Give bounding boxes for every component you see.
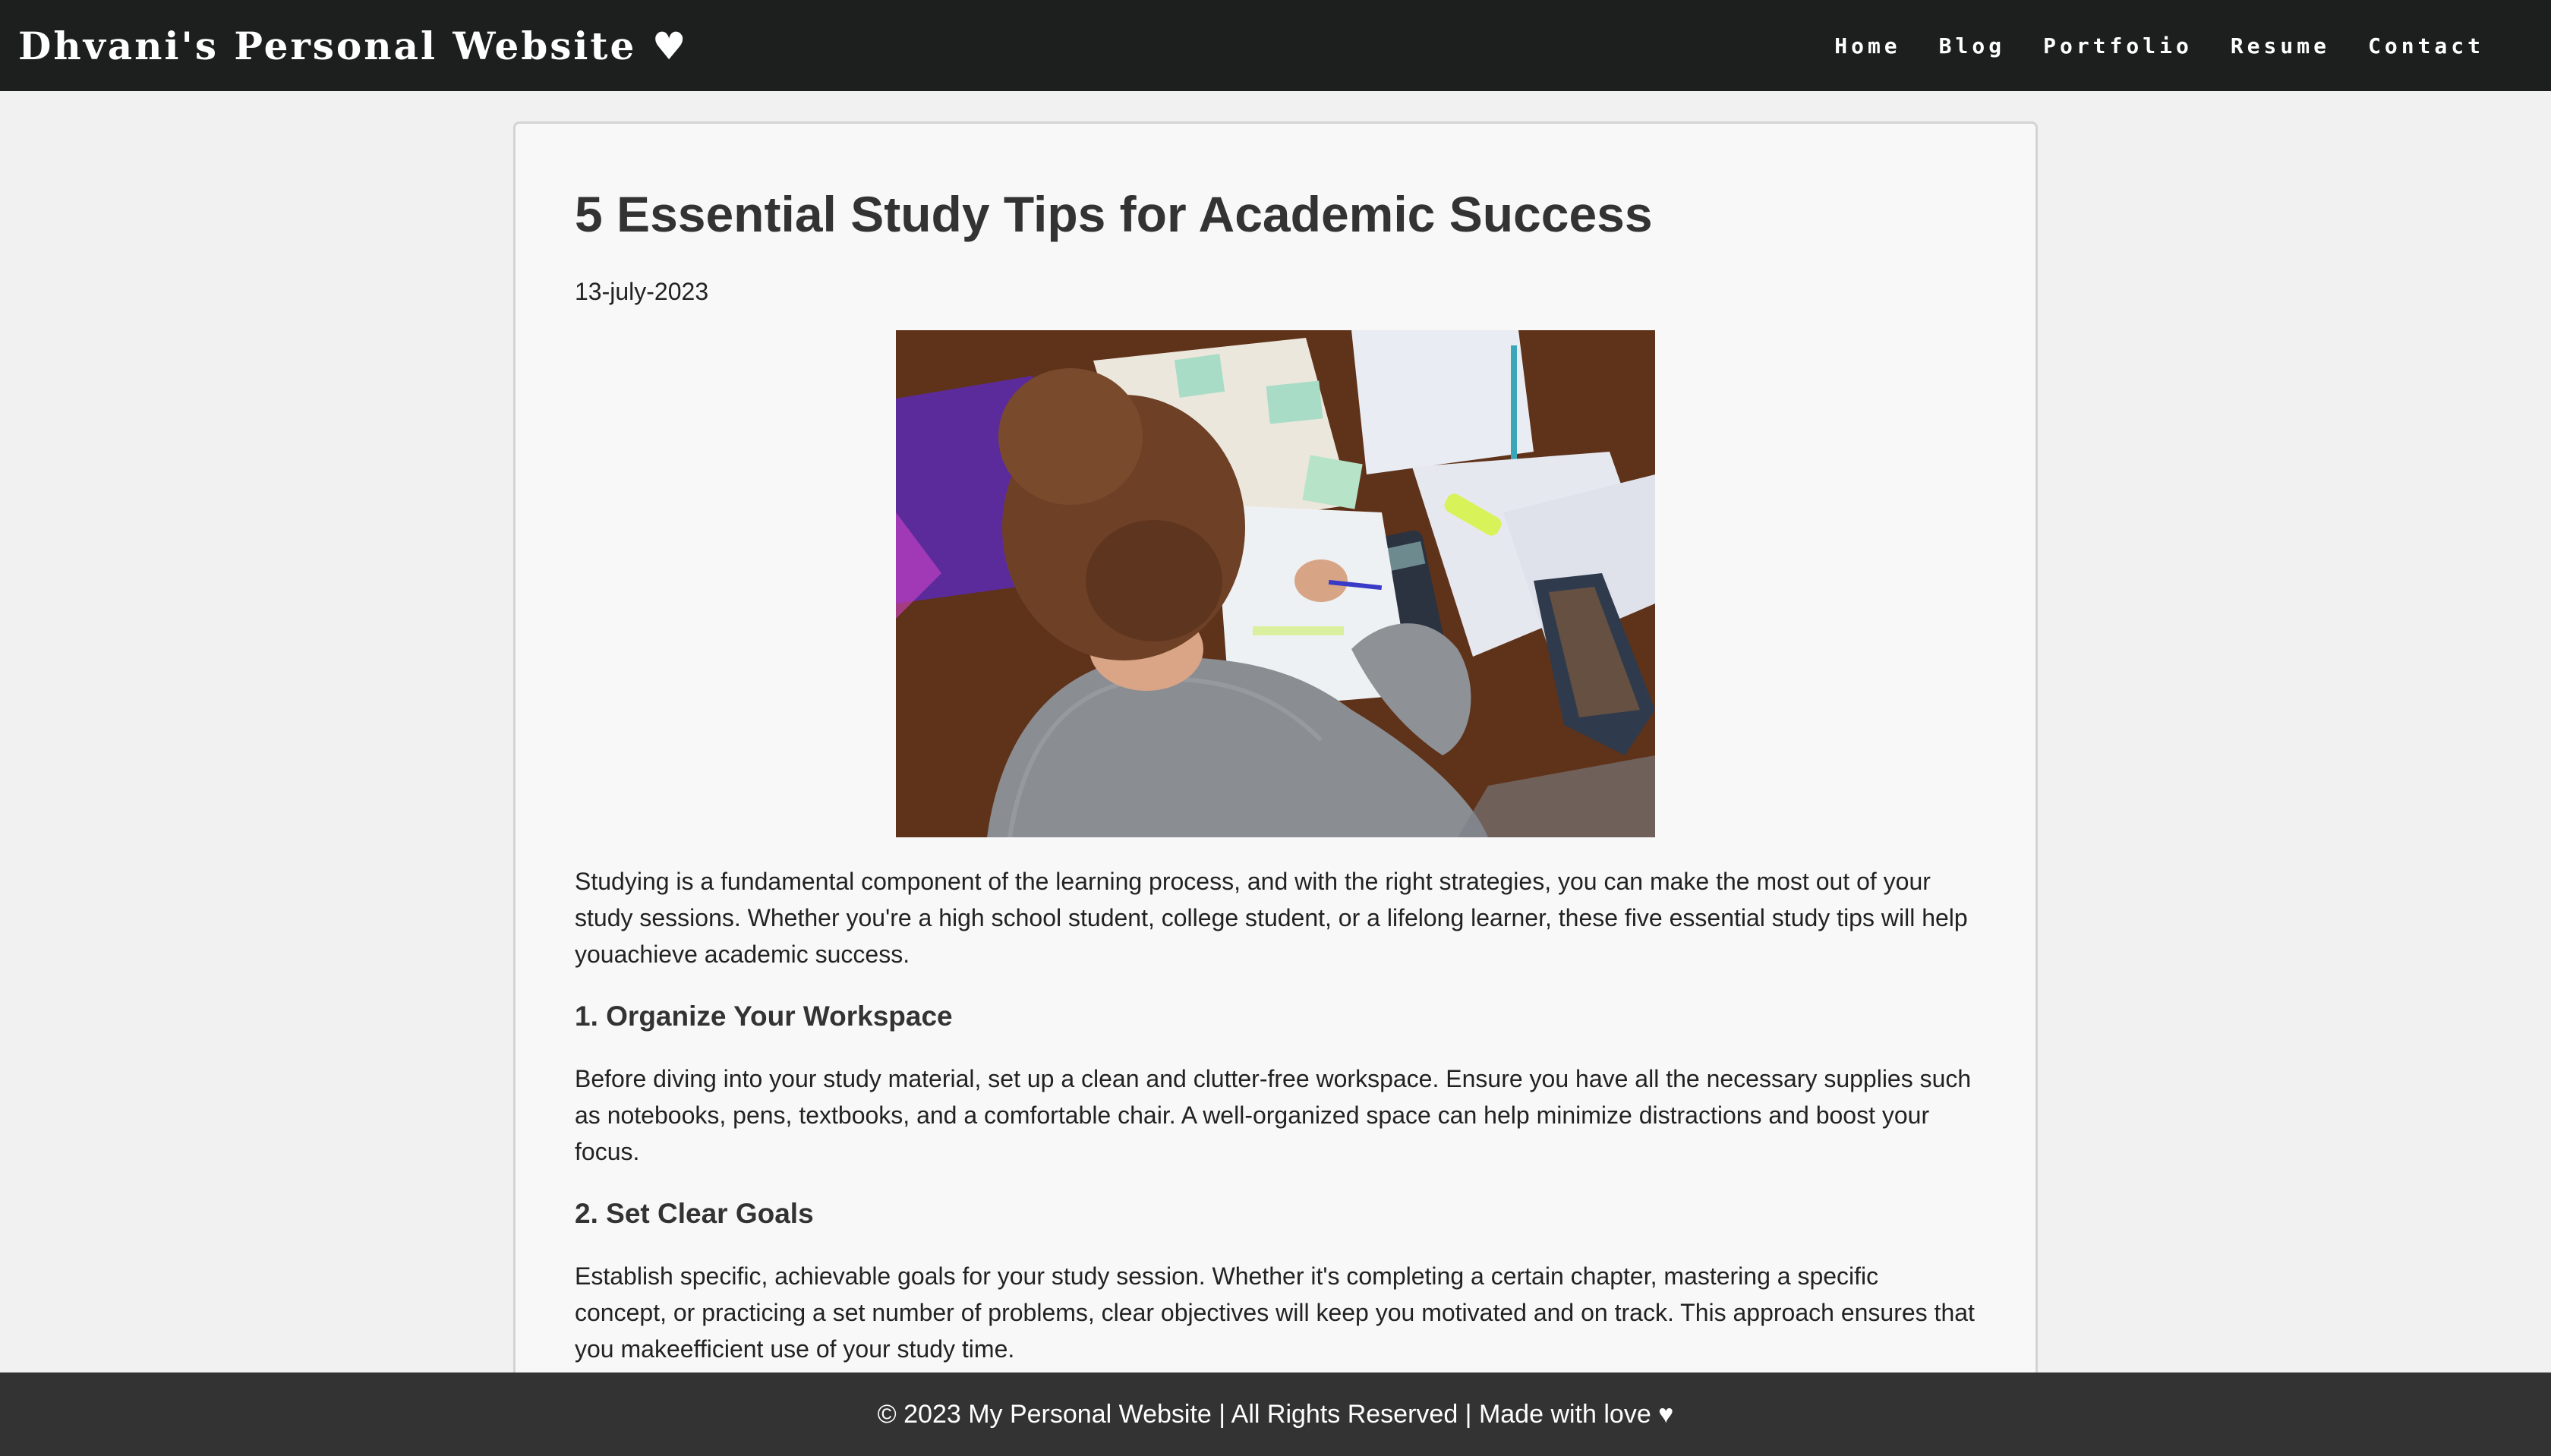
post-date: 13-july-2023 bbox=[575, 278, 709, 306]
footer-text: © 2023 My Personal Website | All Rights … bbox=[877, 1399, 1674, 1429]
section-heading: 2. Set Clear Goals bbox=[575, 1198, 814, 1230]
post-body: Studying is a fundamental component of t… bbox=[575, 863, 1976, 1367]
post-image-student-studying bbox=[896, 330, 1655, 838]
site-title[interactable]: Dhvani's Personal Website ♥ bbox=[18, 24, 689, 68]
blog-post-card: 5 Essential Study Tips for Academic Succ… bbox=[513, 121, 2038, 1412]
student-studying-illustration bbox=[896, 330, 1655, 838]
section-paragraph: Establish specific, achievable goals for… bbox=[575, 1262, 1975, 1363]
main-nav: Home Blog Portfolio Resume Contact bbox=[1834, 33, 2533, 58]
nav-blog-link[interactable]: Blog bbox=[1939, 33, 2005, 58]
nav-resume-link[interactable]: Resume bbox=[2231, 33, 2330, 58]
nav-portfolio-link[interactable]: Portfolio bbox=[2043, 33, 2193, 58]
nav-home-link[interactable]: Home bbox=[1834, 33, 1900, 58]
site-header: Dhvani's Personal Website ♥ Home Blog Po… bbox=[0, 0, 2551, 91]
site-footer: © 2023 My Personal Website | All Rights … bbox=[0, 1372, 2551, 1456]
nav-contact-link[interactable]: Contact bbox=[2368, 33, 2484, 58]
section-heading: 1. Organize Your Workspace bbox=[575, 1001, 953, 1032]
post-intro-paragraph: Studying is a fundamental component of t… bbox=[575, 868, 1968, 969]
post-title: 5 Essential Study Tips for Academic Succ… bbox=[575, 186, 1653, 242]
section-paragraph: Before diving into your study material, … bbox=[575, 1065, 1972, 1166]
